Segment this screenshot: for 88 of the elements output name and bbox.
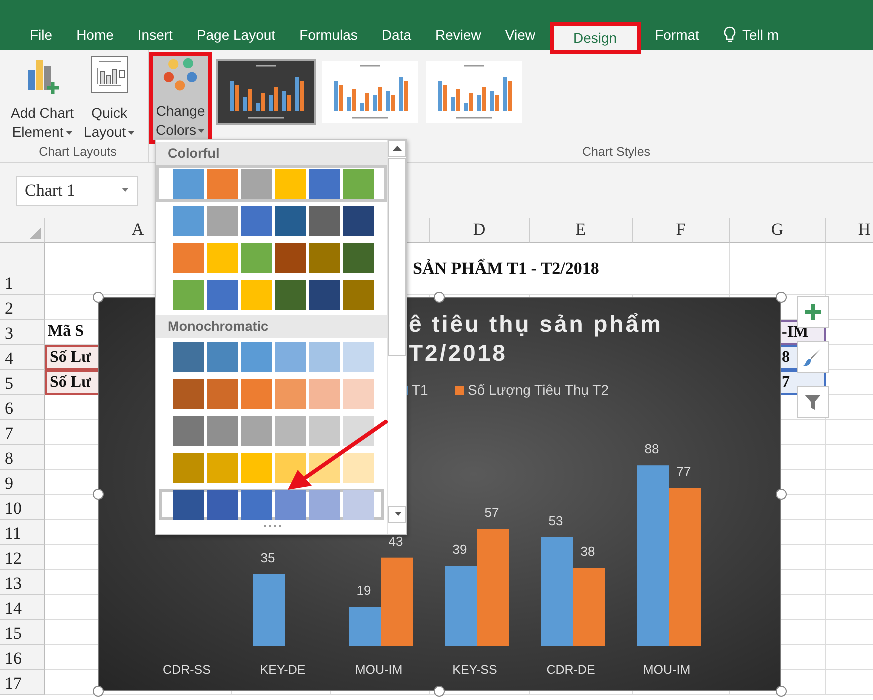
bar (253, 574, 285, 646)
data-label: 35 (260, 550, 276, 566)
resize-handle[interactable] (434, 292, 445, 302)
chart-elements-button[interactable] (797, 296, 829, 328)
data-label: 19 (356, 583, 372, 598)
row-header[interactable]: 8 (0, 445, 45, 470)
scrollbar-thumb[interactable] (388, 158, 406, 356)
row-header[interactable]: 11 (0, 520, 45, 545)
axis-label: CDR-DE (546, 663, 596, 677)
scroll-up-button[interactable] (388, 140, 406, 157)
resize-handle[interactable] (92, 488, 104, 500)
resize-handle[interactable] (776, 292, 786, 302)
row-header[interactable]: 13 (0, 570, 45, 595)
change-colors-button[interactable]: Change Colors (149, 52, 212, 144)
chart-style-thumbnail[interactable] (320, 59, 420, 125)
data-label: 39 (452, 542, 468, 558)
data-label: 53 (548, 513, 564, 528)
chart-style-thumbnail[interactable] (216, 59, 316, 125)
caret-up-icon (392, 146, 402, 151)
ribbon-tab[interactable]: Page Layout (186, 20, 286, 50)
row-header[interactable]: 7 (0, 420, 45, 445)
quick-layout-button[interactable]: Quick Layout (81, 52, 138, 142)
data-label: 57 (484, 505, 500, 520)
row-header[interactable]: 12 (0, 545, 45, 570)
chart-title: ê tiêu thụ sản phẩm T2/2018 (409, 310, 663, 368)
row-header[interactable]: 2 (0, 295, 45, 320)
axis-label: CDR-SS (163, 663, 211, 677)
row-header[interactable]: 9 (0, 470, 45, 495)
ribbon-tab[interactable]: Formulas (290, 20, 368, 50)
chart-style-thumbnail-icon (218, 61, 314, 123)
chart-styles-button[interactable] (797, 341, 829, 373)
ribbon-tab[interactable]: Data (372, 20, 422, 50)
ribbon-tab[interactable]: Format (645, 20, 710, 50)
color-scheme-option[interactable] (156, 165, 388, 202)
legend-label: Số Lượng Tiêu Thụ T2 (468, 382, 610, 398)
paintbrush-icon (803, 347, 823, 367)
plus-icon (804, 303, 822, 321)
axis-label: MOU-IM (643, 663, 691, 677)
chart-style-thumbnail[interactable] (424, 59, 524, 125)
data-label: 38 (580, 544, 596, 560)
column-header[interactable]: E (530, 218, 633, 243)
column-header[interactable]: G (730, 218, 826, 243)
ribbon-tab[interactable]: View (495, 20, 546, 50)
row-header[interactable]: 3 (0, 320, 45, 345)
group-label: Chart Styles (582, 145, 651, 161)
data-label: 43 (388, 534, 404, 549)
row-header[interactable]: 14 (0, 595, 45, 620)
select-all-icon (30, 228, 41, 239)
chart-filters-button[interactable] (797, 386, 829, 418)
row-header[interactable]: 4 (0, 345, 45, 370)
axis-label: KEY-DE (260, 663, 306, 677)
legend-label: T1 (412, 382, 428, 398)
quick-layout-icon (90, 56, 129, 96)
section-header: Monochromatic (156, 315, 388, 338)
ribbon-tab[interactable]: Review (426, 20, 492, 50)
name-box[interactable]: Chart 1 (16, 176, 138, 206)
section-header: Colorful (156, 142, 388, 165)
row-header[interactable]: 16 (0, 645, 45, 670)
data-label: 77 (676, 464, 692, 480)
ribbon-tab[interactable]: Home (66, 20, 124, 50)
row-header[interactable]: 17 (0, 670, 45, 695)
filter-icon (804, 393, 822, 411)
row-header[interactable]: 10 (0, 495, 45, 520)
data-label: 88 (644, 442, 660, 457)
tell-me-box[interactable]: Tell m (723, 20, 779, 50)
resize-handle[interactable] (92, 686, 104, 696)
caret-icon (122, 188, 129, 193)
ribbon-tab[interactable]: File (20, 20, 63, 50)
ribbon-tab[interactable]: Insert (128, 20, 183, 50)
row-header[interactable]: 6 (0, 395, 45, 420)
row-header[interactable]: 5 (0, 370, 45, 395)
resize-handle[interactable] (92, 292, 104, 302)
lightbulb-icon (723, 26, 738, 44)
column-header[interactable]: D (430, 218, 530, 243)
ribbon-tab[interactable]: Design (550, 22, 642, 54)
chart-style-thumbnail-icon (426, 61, 522, 123)
axis-label: MOU-IM (355, 663, 403, 677)
row-header[interactable]: 1 (0, 243, 45, 295)
caret-icon (394, 512, 402, 517)
axis-label: KEY-SS (452, 663, 498, 677)
column-header[interactable]: F (633, 218, 730, 243)
column-header[interactable]: H (826, 218, 873, 243)
resize-grip-icon (262, 524, 282, 529)
group-label: Chart Layouts (39, 145, 117, 161)
add-chart-element-button[interactable]: Add Chart Element (8, 52, 78, 142)
chart-style-thumbnail-icon (322, 61, 418, 123)
scroll-down-button[interactable] (388, 506, 406, 523)
row-header[interactable]: 15 (0, 620, 45, 645)
